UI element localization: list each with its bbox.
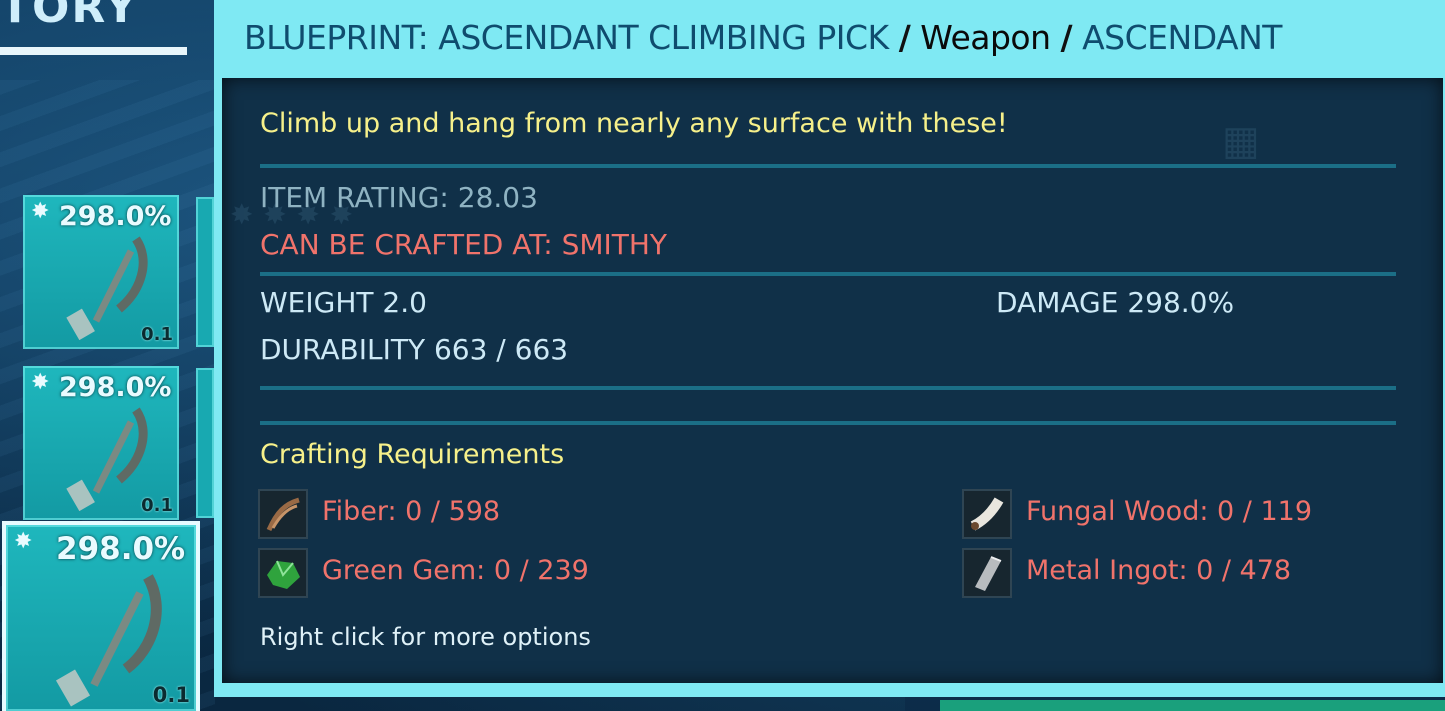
requirement-label: Fungal Wood: 0 / 119	[1026, 496, 1312, 527]
item-name: BLUEPRINT: ASCENDANT CLIMBING PICK	[244, 18, 889, 57]
item-type: Weapon	[920, 18, 1051, 57]
tooltip-body: ✸ ✸ ✸ ✸ ▦ Climb up and hang from nearly …	[222, 78, 1443, 683]
item-description: Climb up and hang from nearly any surfac…	[260, 108, 1008, 139]
fungal-wood-icon	[962, 489, 1012, 539]
divider	[260, 421, 1396, 425]
background-ghost: ▦	[1222, 118, 1260, 164]
slot-weight: 0.1	[152, 683, 190, 707]
header-separator: /	[1060, 18, 1073, 57]
metal-ingot-icon	[962, 548, 1012, 598]
requirement-label: Metal Ingot: 0 / 478	[1026, 555, 1292, 586]
inventory-slot-climbing-pick[interactable]: ✸ 298.0% 0.1	[23, 195, 179, 349]
crafted-at: CAN BE CRAFTED AT: SMITHY	[260, 228, 668, 261]
slot-damage: 298.0%	[56, 531, 186, 567]
slot-weight: 0.1	[141, 324, 173, 345]
inventory-slot-selected[interactable]: ✸ 298.0% 0.1	[6, 525, 196, 711]
inventory-slot-edge	[196, 197, 214, 347]
starburst-icon: ✸	[14, 529, 33, 554]
slot-damage: 298.0%	[59, 372, 172, 403]
inventory-slot-edge	[196, 368, 214, 518]
starburst-icon: ✸	[31, 370, 50, 395]
item-damage: DAMAGE 298.0%	[996, 286, 1235, 319]
item-quality: ASCENDANT	[1082, 18, 1282, 57]
slot-damage: 298.0%	[59, 201, 172, 232]
item-weight: WEIGHT 2.0	[260, 286, 427, 319]
requirement-label: Fiber: 0 / 598	[322, 496, 501, 527]
starburst-icon: ✸	[31, 199, 50, 224]
divider	[260, 386, 1396, 390]
inventory-title: TORY	[0, 0, 139, 33]
fiber-icon	[258, 489, 308, 539]
inventory-title-underline	[0, 47, 187, 55]
item-durability: DURABILITY 663 / 663	[260, 333, 569, 366]
right-click-hint: Right click for more options	[260, 623, 591, 651]
crafting-requirements-title: Crafting Requirements	[260, 439, 565, 470]
inventory-slot-climbing-pick[interactable]: ✸ 298.0% 0.1	[23, 366, 179, 520]
item-tooltip: BLUEPRINT: ASCENDANT CLIMBING PICK / Wea…	[214, 0, 1445, 697]
divider	[260, 272, 1396, 276]
header-separator: /	[898, 18, 911, 57]
item-rating: ITEM RATING: 28.03	[260, 181, 538, 214]
tooltip-header: BLUEPRINT: ASCENDANT CLIMBING PICK / Wea…	[244, 18, 1282, 64]
green-gem-icon	[258, 548, 308, 598]
requirement-label: Green Gem: 0 / 239	[322, 555, 589, 586]
slot-weight: 0.1	[141, 495, 173, 516]
health-bar	[940, 700, 1445, 711]
divider	[260, 164, 1396, 168]
